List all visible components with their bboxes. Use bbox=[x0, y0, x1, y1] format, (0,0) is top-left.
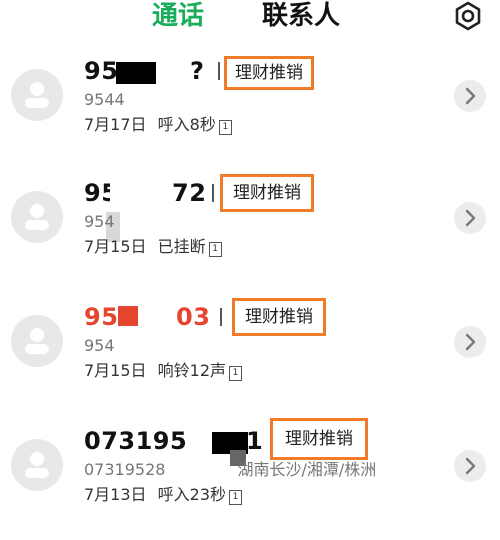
call-info: 7月13日 呼入23秒 1 bbox=[84, 484, 243, 506]
redaction-mark bbox=[140, 300, 174, 360]
call-info: 7月17日 呼入8秒 1 bbox=[84, 114, 232, 136]
redaction-mark bbox=[118, 306, 138, 326]
call-log-item[interactable]: 95 03 理财推销 954 7月15日 响铃12声 1 bbox=[0, 296, 500, 416]
separator bbox=[220, 308, 222, 326]
spam-tag: 理财推销 bbox=[224, 56, 314, 90]
call-log-list: 95 ? 理财推销 9544 7月17日 呼入8秒 1 95 72 理财推销 95… bbox=[0, 50, 500, 540]
phone-number: 073195 bbox=[84, 427, 188, 455]
spam-tag: 理财推销 bbox=[220, 174, 314, 212]
phone-number: 95 bbox=[84, 303, 119, 331]
call-date: 7月15日 bbox=[84, 237, 147, 256]
call-log-item[interactable]: 073195 1 理财推销 07319528 湖南长沙/湘潭/株洲 7月13日 呼… bbox=[0, 418, 500, 540]
sim-card-icon: 1 bbox=[208, 242, 222, 257]
details-chevron-icon[interactable] bbox=[454, 450, 486, 482]
phone-number-tail: 72 bbox=[172, 179, 207, 207]
call-status: 呼入8秒 bbox=[157, 115, 216, 134]
avatar bbox=[11, 69, 63, 121]
call-log-item[interactable]: 95 72 理财推销 954 7月15日 已挂断 1 bbox=[0, 172, 500, 292]
top-bar: 通话 联系人 bbox=[0, 0, 500, 36]
sim-card-icon: 1 bbox=[218, 120, 232, 135]
spam-tag: 理财推销 bbox=[232, 298, 326, 336]
details-chevron-icon[interactable] bbox=[454, 202, 486, 234]
phone-number-tail: 03 bbox=[176, 303, 211, 331]
call-date: 7月17日 bbox=[84, 115, 147, 134]
gear-icon[interactable] bbox=[452, 0, 484, 32]
details-chevron-icon[interactable] bbox=[454, 80, 486, 112]
tab-calls[interactable]: 通话 bbox=[152, 0, 204, 32]
call-date: 7月13日 bbox=[84, 485, 147, 504]
secondary-number: 954 bbox=[84, 336, 115, 355]
call-info: 7月15日 已挂断 1 bbox=[84, 236, 222, 258]
secondary-number: 9544 bbox=[84, 90, 125, 109]
call-status: 已挂断 bbox=[157, 237, 206, 256]
redaction-mark bbox=[110, 176, 180, 230]
call-status: 呼入23秒 bbox=[157, 485, 227, 504]
sim-card-icon: 1 bbox=[229, 366, 243, 381]
phone-number-tail: ? bbox=[190, 57, 205, 85]
call-date: 7月15日 bbox=[84, 361, 147, 380]
separator bbox=[212, 184, 214, 202]
call-status: 响铃12声 bbox=[157, 361, 227, 380]
avatar bbox=[11, 315, 63, 367]
redaction-mark bbox=[116, 62, 156, 84]
avatar bbox=[11, 191, 63, 243]
phone-number-tail: 1 bbox=[246, 427, 264, 455]
tab-contacts[interactable]: 联系人 bbox=[262, 0, 340, 32]
secondary-number: 07319528 湖南长沙/湘潭/株洲 bbox=[84, 460, 377, 479]
details-chevron-icon[interactable] bbox=[454, 326, 486, 358]
sim-card-icon: 1 bbox=[229, 490, 243, 505]
call-log-item[interactable]: 95 ? 理财推销 9544 7月17日 呼入8秒 1 bbox=[0, 50, 500, 170]
spam-tag: 理财推销 bbox=[270, 418, 368, 460]
separator bbox=[218, 62, 220, 80]
call-info: 7月15日 响铃12声 1 bbox=[84, 360, 243, 382]
avatar bbox=[11, 439, 63, 491]
secondary-number: 954 bbox=[84, 212, 115, 231]
number-location: 湖南长沙/湘潭/株洲 bbox=[237, 460, 377, 479]
phone-number: 95 bbox=[84, 57, 119, 85]
